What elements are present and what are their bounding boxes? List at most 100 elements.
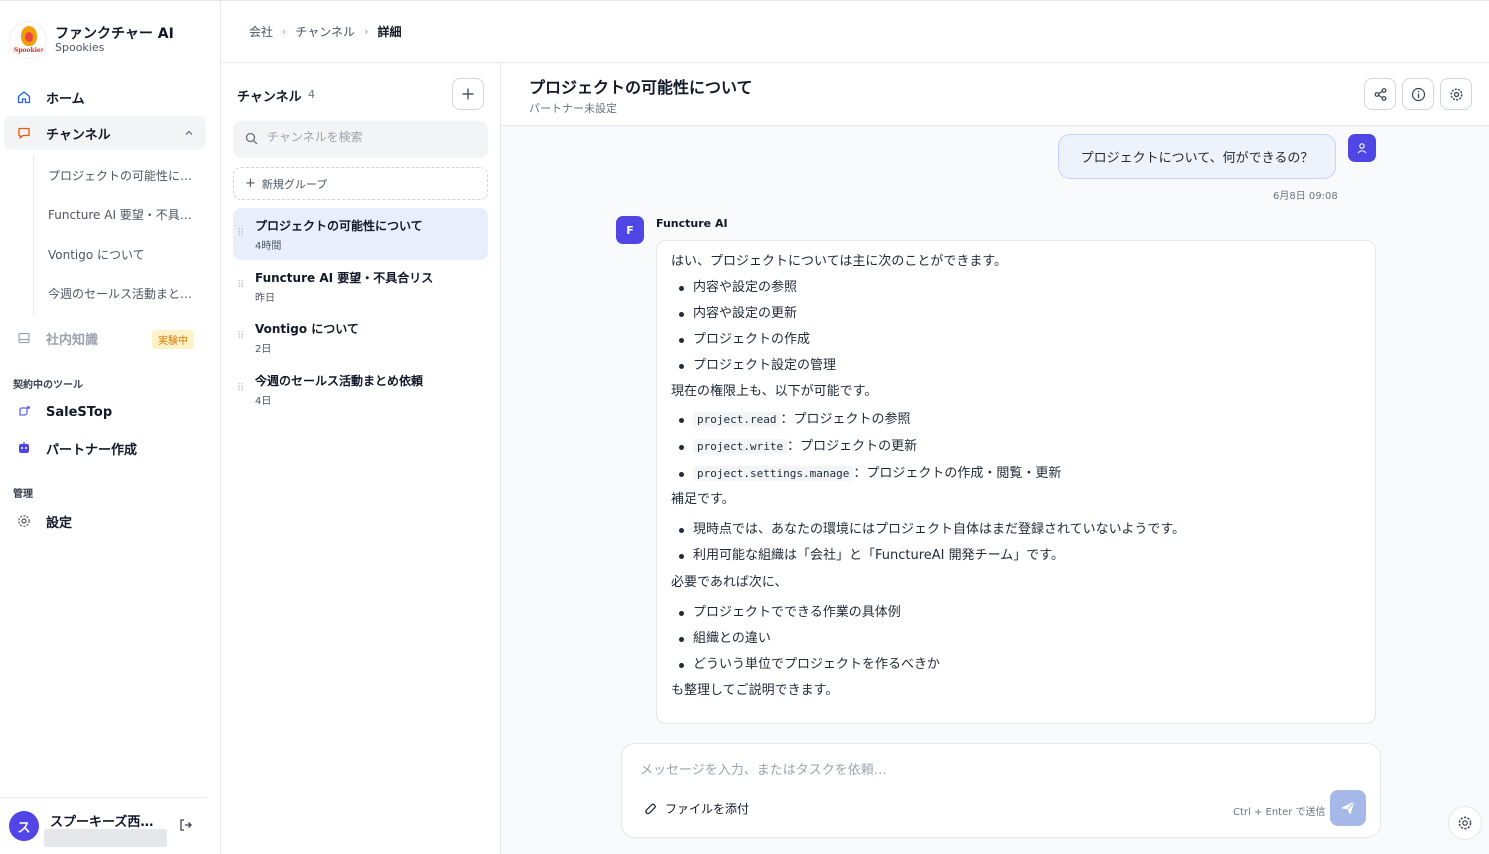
chat-header: プロジェクトの可能性について パートナー未設定 bbox=[501, 63, 1489, 126]
drag-handle-icon[interactable]: ⠿ bbox=[237, 383, 244, 394]
bot-paragraph: 現在の権限上も、以下が可能です。 bbox=[671, 384, 878, 399]
floating-settings-button[interactable] bbox=[1448, 806, 1482, 840]
sidebar: Spookies ファンクチャー AI Spookies ホーム チャンネル プ… bbox=[0, 1, 221, 854]
chat-title: プロジェクトの可能性について bbox=[529, 78, 753, 97]
brand[interactable]: Spookies ファンクチャー AI Spookies bbox=[9, 21, 174, 59]
breadcrumb-channels[interactable]: チャンネル bbox=[295, 23, 355, 40]
user-message-text: プロジェクトについて、何ができるの？ bbox=[1080, 151, 1314, 166]
user-email-redacted bbox=[44, 829, 167, 847]
breadcrumb-company[interactable]: 会社 bbox=[249, 23, 273, 40]
drag-handle-icon[interactable]: ⠿ bbox=[237, 280, 244, 291]
message-input[interactable] bbox=[640, 763, 1240, 778]
nav-tool-label: パートナー作成 bbox=[46, 442, 138, 458]
list-item: どういう単位でプロジェクトを作るべきか bbox=[671, 656, 1361, 674]
chevron-right-icon: › bbox=[282, 25, 287, 38]
admin-section-label: 管理 bbox=[13, 489, 33, 500]
nav-knowledge[interactable]: 社内知識 実験中 bbox=[4, 321, 206, 355]
chevron-up-icon[interactable] bbox=[184, 128, 194, 141]
channel-name: プロジェクトの可能性について bbox=[255, 219, 423, 233]
avatar[interactable]: ス bbox=[9, 811, 39, 841]
channel-list-item[interactable]: ⠿ プロジェクトの可能性について 4時間 bbox=[233, 208, 488, 260]
nav-channels-label: チャンネル bbox=[46, 127, 111, 143]
sidebar-channel-item[interactable]: プロジェクトの可能性について bbox=[48, 167, 200, 184]
tools-section-label: 契約中のツール bbox=[13, 380, 83, 391]
channel-list-item[interactable]: ⠿ 今週のセールス活動まとめ依頼 4日 bbox=[233, 363, 488, 415]
gear-icon bbox=[1458, 816, 1472, 830]
channel-name: Vontigo について bbox=[255, 322, 359, 336]
send-shortcut-hint: Ctrl + Enter で送信 bbox=[1233, 807, 1326, 818]
brand-name: ファンクチャー AI bbox=[55, 26, 174, 42]
list-item: プロジェクトでできる作業の具体例 bbox=[671, 604, 1361, 622]
chat-icon bbox=[17, 126, 31, 140]
topbar: 会社 › チャンネル › 詳細 bbox=[221, 1, 1489, 63]
send-icon bbox=[1341, 801, 1355, 815]
channel-panel: チャンネル 4 + 新規グループ ⠿ プロジェクトの可能性について 4時間 ⠿ … bbox=[221, 63, 501, 854]
channel-count: 4 bbox=[308, 88, 315, 101]
robot-icon bbox=[17, 441, 31, 455]
search-icon bbox=[245, 132, 258, 149]
nav-knowledge-label: 社内知識 bbox=[46, 332, 99, 348]
drag-handle-icon[interactable]: ⠿ bbox=[237, 228, 244, 239]
add-channel-button[interactable] bbox=[452, 78, 484, 110]
nav-home[interactable]: ホーム bbox=[4, 80, 206, 114]
list-item: プロジェクトの作成 bbox=[671, 331, 1361, 349]
bot-name: Functure AI bbox=[656, 217, 728, 230]
list-item: プロジェクト設定の管理 bbox=[671, 357, 1361, 375]
inline-code: project.write bbox=[693, 439, 788, 454]
brand-logo: Spookies bbox=[9, 21, 47, 59]
list-item: 利用可能な組織は「会社」と「FunctureAI 開発チーム」です。 bbox=[671, 547, 1361, 565]
channel-time: 4日 bbox=[255, 396, 272, 407]
channel-time: 4時間 bbox=[255, 241, 282, 252]
breadcrumb-current: 詳細 bbox=[377, 25, 402, 39]
gear-icon bbox=[17, 514, 31, 528]
bot-paragraph: はい、プロジェクトについては主に次のことができます。 bbox=[671, 254, 1008, 269]
channel-name: 今週のセールス活動まとめ依頼 bbox=[255, 374, 424, 388]
breadcrumb: 会社 › チャンネル › 詳細 bbox=[249, 23, 401, 40]
channel-list-item[interactable]: ⠿ Vontigo について 2日 bbox=[233, 311, 488, 363]
inline-code: project.read bbox=[693, 412, 781, 427]
list-item: 内容や設定の参照 bbox=[671, 279, 1361, 297]
rocket-icon bbox=[17, 405, 31, 419]
sidebar-channel-item[interactable]: 今週のセールス活動まとめ依頼 bbox=[48, 285, 200, 302]
channel-panel-title: チャンネル bbox=[237, 90, 302, 105]
channel-list-item[interactable]: ⠿ Functure AI 要望・不具合リス 昨日 bbox=[233, 260, 488, 312]
share-icon bbox=[1374, 87, 1386, 101]
bot-list: プロジェクトでできる作業の具体例 組織との違い どういう単位でプロジェクトを作る… bbox=[671, 604, 1361, 674]
book-icon bbox=[17, 331, 31, 345]
home-icon bbox=[17, 90, 31, 104]
nav-channels[interactable]: チャンネル bbox=[4, 116, 206, 150]
chevron-right-icon: › bbox=[364, 25, 369, 38]
user-avatar-icon bbox=[1348, 134, 1376, 162]
bot-paragraph: 必要であれば次に、 bbox=[671, 575, 788, 590]
channel-search-input[interactable] bbox=[267, 130, 477, 144]
channel-time: 2日 bbox=[255, 344, 272, 355]
brand-sub: Spookies bbox=[55, 41, 105, 54]
chat-settings-button[interactable] bbox=[1440, 78, 1472, 110]
sidebar-channel-item[interactable]: Functure AI 要望・不具合リス bbox=[48, 206, 200, 223]
logout-icon[interactable] bbox=[178, 817, 194, 833]
send-button[interactable] bbox=[1330, 790, 1366, 826]
nav-tool-partner[interactable]: パートナー作成 bbox=[4, 431, 206, 465]
nav-tool-salestop[interactable]: SaleSTop bbox=[4, 395, 206, 429]
channel-sublist: プロジェクトの可能性について Functure AI 要望・不具合リス Vont… bbox=[33, 155, 205, 315]
list-item: 現時点では、あなたの環境にはプロジェクト自体はまだ登録されていないようです。 bbox=[671, 521, 1361, 539]
sidebar-channel-item[interactable]: Vontigo について bbox=[48, 246, 200, 263]
bot-list: 現時点では、あなたの環境にはプロジェクト自体はまだ登録されていないようです。 利… bbox=[671, 521, 1361, 565]
plus-icon bbox=[462, 88, 474, 100]
gear-icon bbox=[1449, 87, 1463, 101]
nav-settings-label: 設定 bbox=[46, 515, 73, 531]
message-composer: ファイルを添付 Ctrl + Enter で送信 bbox=[621, 743, 1381, 838]
bot-message: はい、プロジェクトについては主に次のことができます。 内容や設定の参照 内容や設… bbox=[656, 240, 1376, 724]
attach-file-label: ファイルを添付 bbox=[665, 802, 750, 816]
info-icon bbox=[1411, 87, 1425, 101]
inline-code: project.settings.manage bbox=[693, 466, 854, 481]
list-item: 内容や設定の更新 bbox=[671, 305, 1361, 323]
new-group-button[interactable]: + 新規グループ bbox=[233, 167, 488, 200]
nav-tool-label: SaleSTop bbox=[46, 404, 113, 420]
nav-settings[interactable]: 設定 bbox=[4, 504, 206, 538]
user-message-bubble: プロジェクトについて、何ができるの？ bbox=[1058, 134, 1336, 179]
info-button[interactable] bbox=[1402, 78, 1434, 110]
share-button[interactable] bbox=[1364, 78, 1396, 110]
attach-file-button[interactable]: ファイルを添付 bbox=[644, 800, 749, 817]
drag-handle-icon[interactable]: ⠿ bbox=[237, 331, 244, 342]
